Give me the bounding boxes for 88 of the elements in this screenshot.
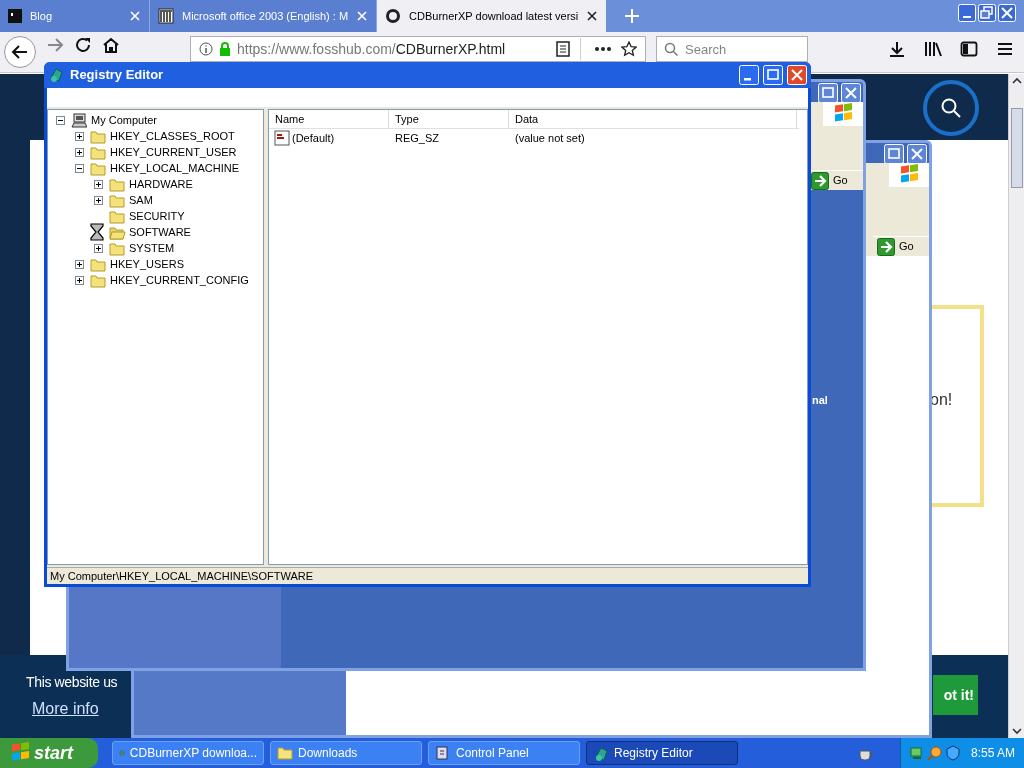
tree-item[interactable]: SAM [128,191,154,209]
expand-icon[interactable] [75,147,84,157]
sidebar-icon[interactable] [960,40,978,58]
search-icon [940,97,962,119]
home-icon[interactable] [102,36,120,54]
url-text: https://www.fosshub.com/CDBurnerXP.html [237,39,507,59]
browser-tab[interactable]: Blog [0,0,150,32]
tree-item[interactable]: My Computer [90,111,159,129]
expand-icon[interactable] [94,195,103,205]
maximize-button[interactable] [884,144,904,164]
tab-title: CDBurnerXP download latest versi [409,8,579,24]
tab-title: Microsoft office 2003 (English) : M [182,8,349,24]
start-button[interactable]: start [0,738,98,768]
column-header[interactable]: Name [269,110,389,129]
tree-item[interactable]: HKEY_CURRENT_USER [109,143,238,161]
table-cell-text: (Default) [292,130,335,146]
scroll-thumb[interactable] [1010,108,1023,188]
column-header[interactable]: Type [389,110,509,129]
window-title: Registry Editor [70,66,165,85]
go-arrow-icon [811,171,829,190]
back-button[interactable] [4,36,36,68]
taskbar-button[interactable]: Registry Editor [586,741,738,765]
close-button[interactable] [841,83,861,103]
minimize-button[interactable] [958,4,976,22]
expand-icon[interactable] [75,275,84,285]
search-field[interactable]: Search [656,36,808,62]
reload-icon[interactable] [74,36,92,54]
forward-icon[interactable] [46,36,64,54]
library-icon[interactable] [924,40,942,58]
window-text: nal [812,393,828,408]
info-icon [199,42,213,56]
restore-button[interactable] [978,4,996,22]
more-icon[interactable] [595,46,611,52]
menu-icon[interactable] [996,40,1014,58]
tree-item[interactable]: HKEY_LOCAL_MACHINE [109,159,240,177]
table-cell-text: REG_SZ [394,130,440,146]
folder-icon [277,745,293,761]
tree-item[interactable]: SECURITY [128,207,186,225]
tree-item[interactable]: SOFTWARE [128,223,192,241]
taskbar-button[interactable]: Downloads [270,741,422,765]
magnifier-icon[interactable] [927,745,943,761]
tree-item[interactable]: HARDWARE [128,175,194,193]
table-cell-text: (value not set) [514,130,585,146]
columns-icon [158,8,174,24]
back-icon [11,43,29,61]
close-button[interactable] [998,4,1016,22]
tab-title: Blog [30,8,54,24]
close-button[interactable] [787,65,807,85]
status-bar: My Computer\HKEY_LOCAL_MACHINE\SOFTWARE [47,567,808,584]
lock-icon [219,42,231,56]
terminal-icon [8,9,22,23]
expand-icon[interactable] [94,179,103,189]
collapse-icon[interactable] [75,163,84,173]
ring-icon [385,8,402,24]
address-bar[interactable]: https://www.fosshub.com/CDBurnerXP.html [190,36,646,62]
registry-icon [48,66,66,84]
maximize-button[interactable] [763,65,783,85]
browser-tab[interactable]: CDBurnerXP download latest versi [377,0,607,32]
browser-tab[interactable]: Microsoft office 2003 (English) : M [150,0,378,32]
tree-item[interactable]: HKEY_CURRENT_CONFIG [109,271,250,289]
shield-icon[interactable] [945,745,961,761]
more-info-link[interactable]: More info [32,697,99,721]
download-icon[interactable] [888,40,906,58]
network-icon[interactable] [909,745,925,761]
scrollbar[interactable] [1008,74,1024,738]
go-button[interactable]: Go [873,236,929,256]
tree-item[interactable]: HKEY_USERS [109,255,185,273]
maximize-button[interactable] [818,83,838,103]
search-icon [664,42,678,56]
registry-icon [593,745,609,761]
taskbar-button[interactable]: CDBurnerXP downloa... [112,741,264,765]
star-icon[interactable] [621,41,637,57]
reader-icon[interactable] [556,41,570,57]
collapse-icon[interactable] [56,115,65,125]
tree-item[interactable]: SYSTEM [128,239,176,257]
accept-button[interactable]: ot it! [933,675,978,715]
column-header[interactable]: Data [509,110,797,129]
taskbar-button[interactable]: Control Panel [428,741,580,765]
cookie-text: This website us [26,673,118,692]
window-icon [435,745,451,761]
expand-icon[interactable] [75,259,84,269]
expand-icon[interactable] [94,243,103,253]
clock: 8:55 AM [971,745,1016,762]
close-icon[interactable] [586,10,599,22]
tree-item[interactable]: HKEY_CLASSES_ROOT [109,127,236,145]
minimize-button[interactable] [739,65,759,85]
close-button[interactable] [907,144,927,164]
expand-icon[interactable] [75,131,84,141]
